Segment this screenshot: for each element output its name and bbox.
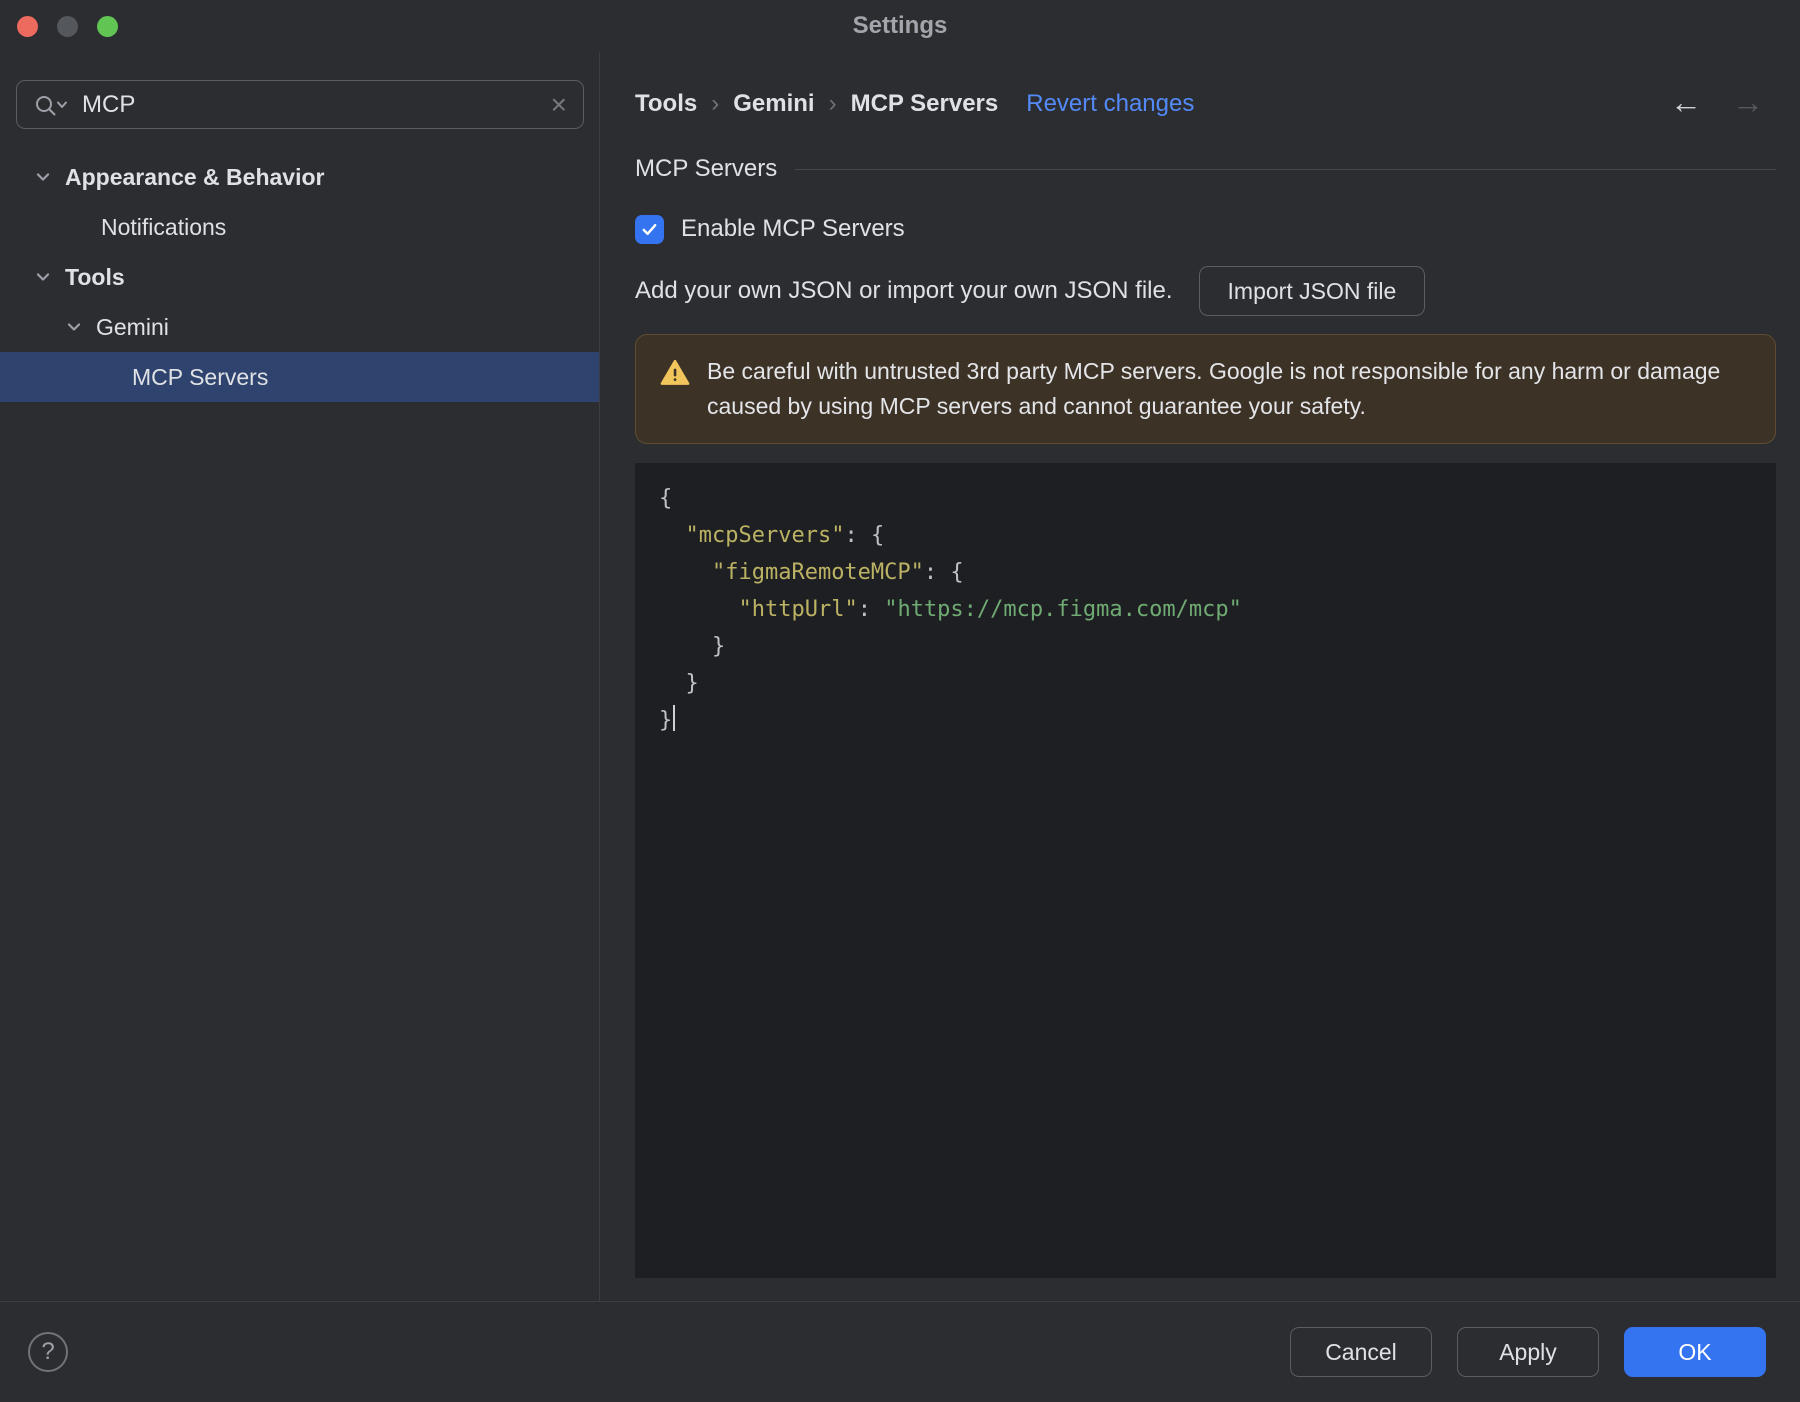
enable-mcp-servers-row: Enable MCP Servers [635, 214, 1776, 244]
back-arrow-icon[interactable]: ← [1670, 84, 1702, 121]
search-icon [36, 95, 67, 115]
sidebar-item-notifications[interactable]: Notifications [0, 202, 599, 252]
breadcrumb-tools[interactable]: Tools [635, 90, 697, 118]
history-nav: ← → [1670, 84, 1764, 121]
settings-sidebar: MCP × Appearance & Behavior Notification… [0, 52, 600, 1301]
sidebar-item-tools[interactable]: Tools [0, 252, 599, 302]
sidebar-item-gemini[interactable]: Gemini [0, 302, 599, 352]
breadcrumb-gemini[interactable]: Gemini [733, 90, 814, 118]
sidebar-item-label: Notifications [101, 213, 227, 240]
window-title: Settings [852, 12, 948, 39]
sidebar-item-label: Tools [65, 263, 125, 290]
sidebar-item-label: MCP Servers [132, 363, 269, 390]
checkmark-icon [642, 223, 657, 235]
sidebar-item-label: Appearance & Behavior [65, 163, 325, 190]
sidebar-item-label: Gemini [96, 313, 169, 340]
sidebar-item-mcp-servers[interactable]: MCP Servers [0, 352, 599, 402]
apply-button[interactable]: Apply [1457, 1327, 1599, 1377]
chevron-down-icon[interactable] [33, 267, 53, 287]
section-title: MCP Servers [635, 155, 778, 182]
settings-tree: Appearance & Behavior Notifications Tool… [0, 152, 599, 402]
sidebar-item-appearance-behavior[interactable]: Appearance & Behavior [0, 152, 599, 202]
chevron-right-icon: › [828, 90, 837, 117]
titlebar: Settings [0, 0, 1800, 52]
traffic-lights [17, 0, 118, 52]
forward-arrow-icon: → [1732, 84, 1764, 120]
ok-button[interactable]: OK [1624, 1327, 1766, 1377]
cancel-button[interactable]: Cancel [1290, 1327, 1432, 1377]
json-editor[interactable]: { "mcpServers": { "figmaRemoteMCP": { "h… [635, 463, 1776, 1278]
search-value: MCP [82, 90, 136, 118]
warning-text: Be careful with untrusted 3rd party MCP … [707, 358, 1721, 419]
import-json-description: Add your own JSON or import your own JSO… [635, 277, 1173, 304]
settings-content: Tools › Gemini › MCP Servers Revert chan… [600, 52, 1800, 1301]
enable-mcp-servers-label[interactable]: Enable MCP Servers [681, 215, 905, 243]
zoom-window-button[interactable] [97, 15, 118, 37]
clear-search-icon[interactable]: × [551, 90, 567, 119]
breadcrumb-mcp-servers: MCP Servers [850, 90, 999, 117]
dialog-footer: ? Cancel Apply OK [0, 1301, 1800, 1402]
section-divider [795, 168, 1776, 170]
revert-changes-link[interactable]: Revert changes [1026, 90, 1194, 118]
chevron-down-icon[interactable] [33, 167, 53, 187]
warning-banner: Be careful with untrusted 3rd party MCP … [635, 334, 1776, 444]
enable-mcp-servers-checkbox[interactable] [635, 214, 664, 244]
chevron-right-icon: › [711, 90, 720, 117]
json-editor-code: { "mcpServers": { "figmaRemoteMCP": { "h… [659, 486, 1242, 733]
minimize-window-button[interactable] [57, 15, 78, 37]
help-button[interactable]: ? [28, 1332, 68, 1372]
chevron-down-icon[interactable] [64, 317, 84, 337]
dialog-actions: Cancel Apply OK [1290, 1327, 1766, 1377]
breadcrumb: Tools › Gemini › MCP Servers Revert chan… [635, 84, 1776, 120]
section-header: MCP Servers [635, 154, 1776, 184]
close-window-button[interactable] [17, 15, 38, 37]
settings-search-input[interactable]: MCP × [16, 80, 584, 129]
warning-icon [660, 359, 690, 385]
import-json-file-button[interactable]: Import JSON file [1198, 266, 1426, 316]
import-json-row: Add your own JSON or import your own JSO… [635, 266, 1776, 316]
